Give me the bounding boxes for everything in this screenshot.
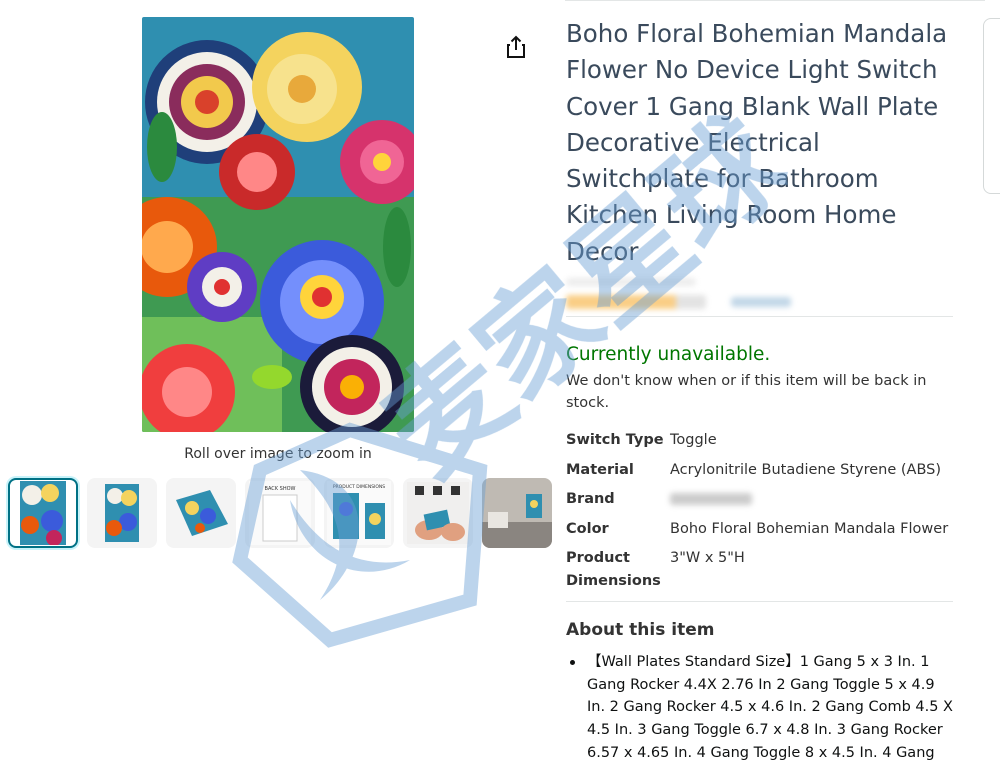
availability-note: We don't know when or if this item will …	[566, 373, 927, 411]
spec-row-dimensions: Product Dimensions 3"W x 5"H	[566, 547, 956, 592]
main-product-image[interactable]	[142, 17, 414, 432]
star-rating	[566, 295, 706, 309]
ratings-count	[731, 297, 791, 307]
about-bullets: 【Wall Plates Standard Size】1 Gang 5 x 3 …	[568, 651, 953, 765]
spec-label: Material	[566, 461, 634, 478]
spec-value: 3"W x 5"H	[670, 550, 745, 566]
spec-value: Boho Floral Bohemian Mandala Flower	[670, 520, 949, 537]
buybox-card	[983, 18, 1000, 194]
about-bullet: 【Wall Plates Standard Size】1 Gang 5 x 3 …	[568, 651, 953, 765]
thumbnail-1[interactable]	[8, 478, 78, 548]
spec-label: Switch Type	[566, 432, 664, 448]
spec-row-material: Material Acrylonitrile Butadiene Styrene…	[566, 459, 956, 482]
thumbnail-5[interactable]: PRODUCT DIMENSIONS	[324, 478, 394, 548]
product-specs: Switch Type Toggle Material Acrylonitril…	[566, 429, 956, 599]
spec-row-color: Color Boho Floral Bohemian Mandala Flowe…	[566, 518, 956, 541]
top-divider	[565, 0, 985, 1]
share-button[interactable]	[503, 34, 529, 60]
rating-divider	[566, 316, 953, 317]
blurred-brand-link	[566, 278, 696, 286]
product-title: Boho Floral Bohemian Mandala Flower No D…	[566, 19, 948, 266]
availability-status: Currently unavailable.	[566, 344, 771, 365]
thumbnail-4[interactable]: BACK SHOW	[245, 478, 315, 548]
thumbnail-2[interactable]	[87, 478, 157, 548]
about-heading: About this item	[566, 620, 715, 640]
thumbnail-7[interactable]	[482, 478, 552, 548]
spec-label: Brand	[566, 491, 615, 507]
spec-value: Toggle	[670, 432, 717, 448]
thumb-caption: BACK SHOW	[265, 486, 296, 492]
spec-label: Color	[566, 520, 609, 537]
spec-value-blurred	[670, 488, 752, 511]
thumbnail-6[interactable]	[403, 478, 473, 548]
floral-mandala-artwork	[142, 17, 414, 432]
spec-label: Product Dimensions	[566, 550, 661, 589]
thumbnail-strip: BACK SHOW PRODUCT DIMENSIONS	[8, 478, 552, 548]
rating-row[interactable]	[566, 278, 866, 316]
spec-row-brand: Brand	[566, 488, 956, 511]
spec-row-switch-type: Switch Type Toggle	[566, 429, 956, 452]
spec-value: Acrylonitrile Butadiene Styrene (ABS)	[670, 461, 941, 478]
thumbnail-3[interactable]	[166, 478, 236, 548]
share-icon	[507, 35, 525, 58]
zoom-hint: Roll over image to zoom in	[184, 446, 372, 462]
specs-divider	[566, 601, 953, 602]
thumb-caption: PRODUCT DIMENSIONS	[333, 484, 385, 490]
